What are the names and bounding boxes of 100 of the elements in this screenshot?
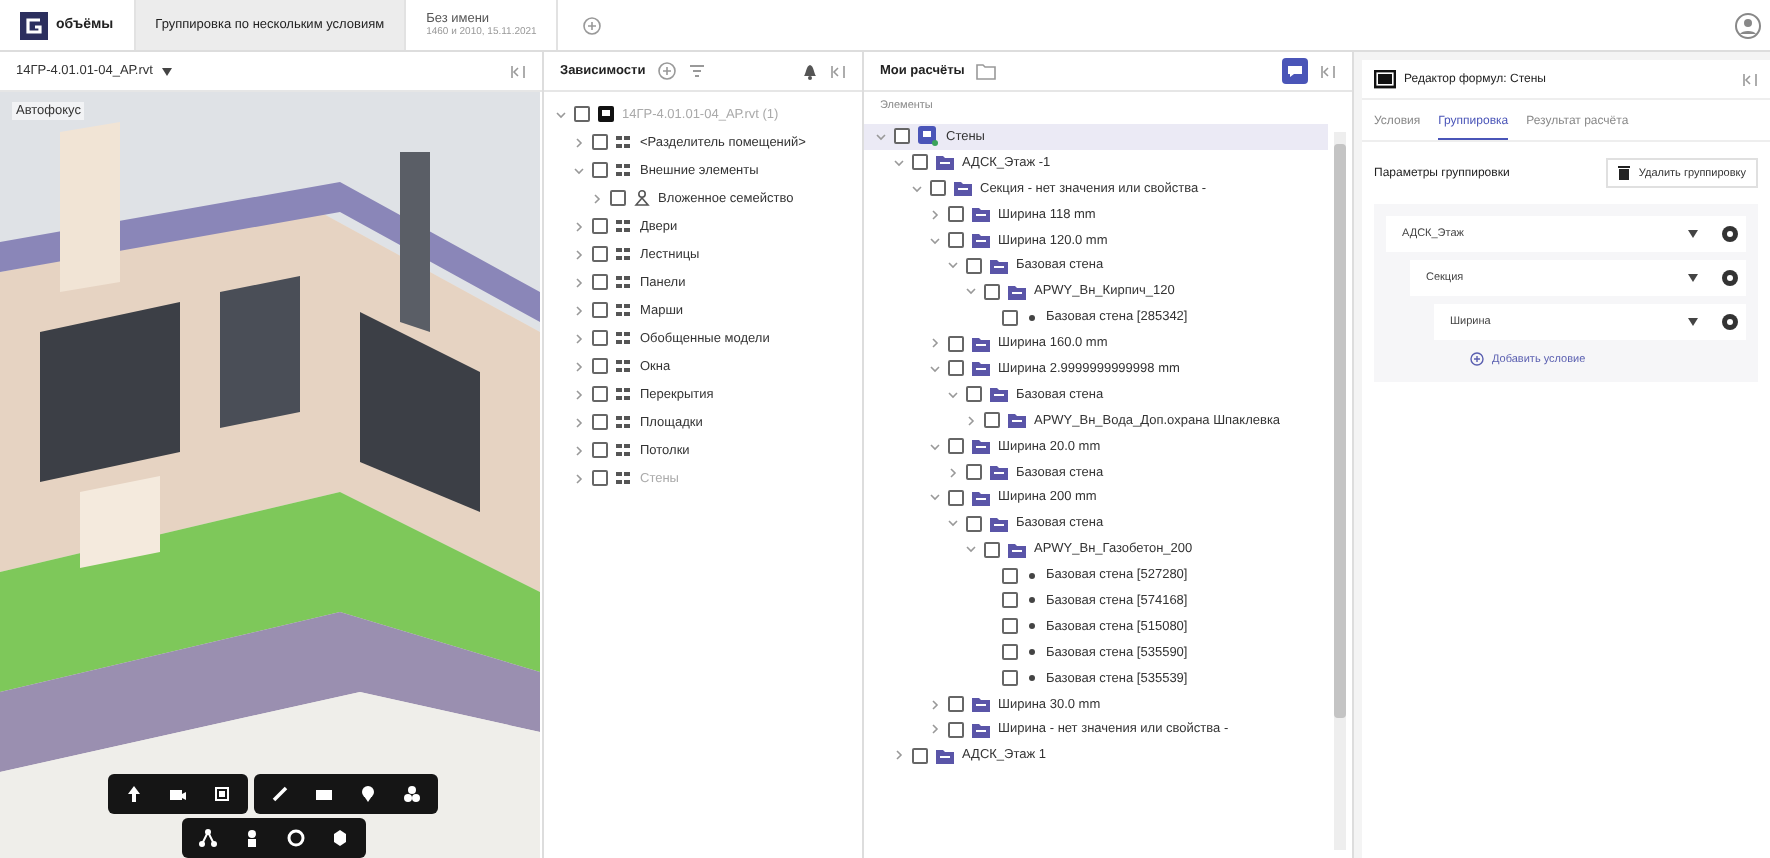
checkbox[interactable] xyxy=(966,386,982,403)
pencil-icon[interactable] xyxy=(270,784,290,804)
checkbox[interactable] xyxy=(930,180,946,197)
grid-icon xyxy=(616,134,632,150)
trash-icon xyxy=(1618,166,1631,180)
grid-icon xyxy=(616,274,632,290)
chevron-right-icon[interactable] xyxy=(966,415,976,426)
scroll-thumb[interactable] xyxy=(1334,144,1346,719)
grid-icon xyxy=(616,218,632,234)
chevron-right-icon[interactable] xyxy=(930,724,940,735)
checkbox[interactable] xyxy=(948,232,964,248)
grid-icon xyxy=(616,386,632,402)
folder-icon xyxy=(972,232,990,248)
chevron-right-icon[interactable] xyxy=(948,467,958,478)
remove-icon[interactable] xyxy=(1722,270,1738,286)
checkbox[interactable] xyxy=(948,335,964,352)
collapse-icon[interactable] xyxy=(510,63,526,79)
checkbox[interactable] xyxy=(1002,644,1018,661)
folder-icon xyxy=(990,515,1008,532)
folder-icon xyxy=(1008,283,1026,300)
folder-icon xyxy=(936,747,954,764)
chevron-right-icon[interactable] xyxy=(894,750,904,761)
person-icon xyxy=(634,190,650,206)
add-tab-icon[interactable] xyxy=(582,15,603,35)
grid-icon xyxy=(616,302,632,318)
checkbox[interactable] xyxy=(966,515,982,532)
checkbox[interactable] xyxy=(966,464,982,481)
chevron-down-icon[interactable] xyxy=(948,518,958,529)
checkbox[interactable] xyxy=(948,696,964,713)
folder-icon xyxy=(990,257,1008,274)
checkbox[interactable] xyxy=(984,412,1000,429)
add-icon xyxy=(1470,352,1484,366)
folder-icon xyxy=(972,489,990,506)
collapse-icon[interactable] xyxy=(830,63,846,79)
bell-icon[interactable] xyxy=(802,62,818,80)
collapse-icon[interactable] xyxy=(1742,71,1758,87)
collapse-icon[interactable] xyxy=(1320,63,1336,79)
checkbox[interactable] xyxy=(948,206,964,223)
chevron-down-icon[interactable] xyxy=(894,157,904,168)
up-arrow-icon[interactable] xyxy=(124,784,144,804)
add-icon[interactable] xyxy=(657,62,676,80)
camera-icon[interactable] xyxy=(168,784,188,804)
box-icon[interactable] xyxy=(212,784,232,804)
checkbox[interactable] xyxy=(948,438,964,455)
caret-icon[interactable] xyxy=(1688,318,1698,326)
folder-icon xyxy=(990,464,1008,481)
rectangle-icon[interactable] xyxy=(314,784,334,804)
checkbox[interactable] xyxy=(1002,618,1018,635)
stack-icon xyxy=(918,126,938,147)
grid-icon xyxy=(616,246,632,262)
checkbox[interactable] xyxy=(1002,670,1018,687)
grid-icon xyxy=(616,414,632,430)
chevron-right-icon[interactable] xyxy=(930,209,940,220)
remove-icon[interactable] xyxy=(1722,226,1738,242)
checkbox[interactable] xyxy=(948,360,964,377)
cube-icon[interactable] xyxy=(329,828,349,848)
chevron-down-icon[interactable] xyxy=(930,363,940,374)
dot-icon xyxy=(1026,672,1038,685)
comment-icon[interactable] xyxy=(1282,58,1308,84)
checkbox[interactable] xyxy=(912,747,928,764)
checkbox[interactable] xyxy=(1002,309,1018,326)
chevron-right-icon[interactable] xyxy=(930,699,940,710)
monitor-icon xyxy=(1374,69,1396,89)
folder-icon xyxy=(990,386,1008,403)
chevron-down-icon[interactable] xyxy=(930,492,940,503)
chevron-down-icon[interactable] xyxy=(948,260,958,271)
checkbox[interactable] xyxy=(984,283,1000,300)
checkbox[interactable] xyxy=(912,154,928,171)
folder-icon xyxy=(1008,412,1026,429)
checkbox[interactable] xyxy=(894,128,910,145)
grid-icon xyxy=(616,358,632,374)
chevron-right-icon[interactable] xyxy=(930,338,940,349)
chevron-down-icon[interactable] xyxy=(930,441,940,452)
grid-icon xyxy=(616,470,632,486)
chevron-down-icon[interactable] xyxy=(966,544,976,555)
scrollbar[interactable] xyxy=(1334,132,1346,850)
checkbox[interactable] xyxy=(1002,592,1018,609)
checkbox[interactable] xyxy=(984,541,1000,558)
model-icon xyxy=(598,106,614,122)
filter-icon[interactable] xyxy=(687,62,706,80)
dot-icon xyxy=(1026,311,1038,324)
folder-icon xyxy=(936,154,954,171)
checkbox[interactable] xyxy=(966,257,982,274)
checkbox[interactable] xyxy=(948,489,964,506)
chevron-down-icon[interactable] xyxy=(930,235,940,245)
caret-icon[interactable] xyxy=(1688,274,1698,282)
dot-icon xyxy=(1026,620,1038,633)
chevron-down-icon[interactable] xyxy=(912,183,922,194)
avatar-icon[interactable] xyxy=(1734,11,1762,39)
folder-icon xyxy=(972,438,990,455)
checkbox[interactable] xyxy=(948,721,964,738)
remove-icon[interactable] xyxy=(1722,314,1738,330)
caret-icon[interactable] xyxy=(1688,230,1698,238)
chevron-down-icon[interactable] xyxy=(966,286,976,297)
checkbox[interactable] xyxy=(1002,567,1018,584)
circles-icon[interactable] xyxy=(402,784,422,804)
chevron-down-icon[interactable] xyxy=(948,389,958,400)
hierarchy-icon[interactable] xyxy=(197,828,217,848)
dot-icon xyxy=(1026,569,1038,582)
pin-icon[interactable] xyxy=(358,784,378,804)
